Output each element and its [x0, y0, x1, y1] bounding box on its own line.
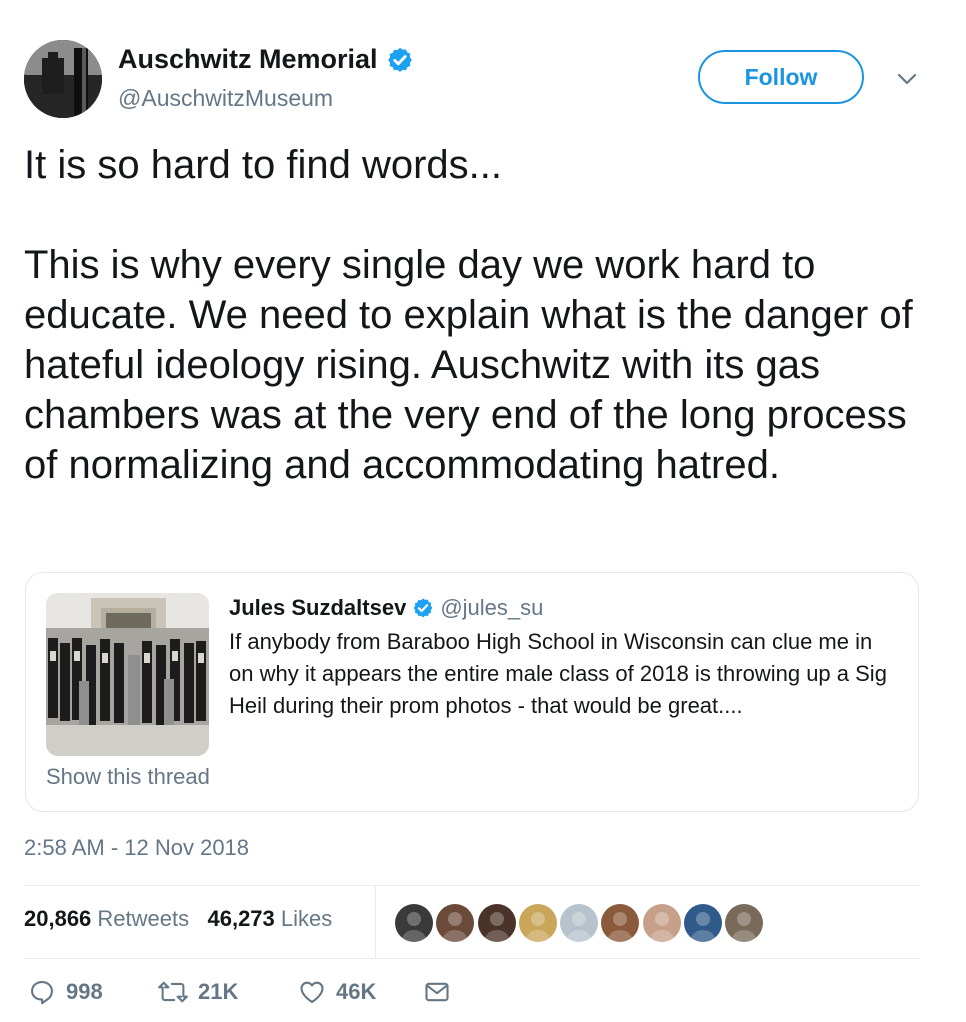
show-thread-link[interactable]: Show this thread	[46, 764, 210, 790]
person-icon	[642, 904, 681, 942]
tweet-paragraph: This is why every single day we work har…	[24, 243, 913, 487]
liker-avatar[interactable]	[435, 903, 476, 943]
person-icon	[684, 904, 723, 942]
retweet-action-count: 21K	[198, 979, 239, 1004]
author-name[interactable]: Auschwitz Memorial	[118, 44, 378, 75]
follow-button[interactable]: Follow	[698, 50, 864, 104]
liker-avatar[interactable]	[683, 903, 724, 943]
reply-count: 998	[66, 979, 103, 1004]
retweet-label: Retweets	[97, 906, 190, 931]
person-icon	[560, 904, 599, 942]
engagement-stats: 20,866 Retweets 46,273 Likes	[24, 906, 332, 932]
quoted-tweet-header: Jules Suzdaltsev @jules_su	[229, 595, 543, 621]
quoted-tweet-photo[interactable]	[46, 593, 209, 756]
tweet-text: It is so hard to find words... This is w…	[24, 140, 929, 490]
liker-avatar[interactable]	[517, 903, 558, 943]
person-icon	[436, 904, 475, 942]
verified-badge-icon	[413, 598, 433, 618]
envelope-icon	[425, 982, 449, 1002]
tweet-actions: 998 21K 46K	[28, 978, 451, 1006]
person-icon	[725, 904, 764, 942]
quoted-tweet-text: If anybody from Baraboo High School in W…	[229, 629, 887, 718]
divider	[24, 958, 920, 959]
author-name-row: Auschwitz Memorial	[118, 44, 414, 75]
liker-avatar[interactable]	[641, 903, 682, 943]
retweet-stat[interactable]: 20,866 Retweets	[24, 906, 189, 931]
author-avatar[interactable]	[24, 40, 102, 118]
chevron-down-icon[interactable]	[894, 66, 920, 92]
paragraph-spacer	[24, 190, 929, 240]
retweet-icon	[158, 981, 188, 1003]
like-stat[interactable]: 46,273 Likes	[207, 906, 332, 931]
person-icon	[518, 904, 557, 942]
avatar-photo	[24, 40, 102, 118]
tweet-timestamp[interactable]: 2:58 AM - 12 Nov 2018	[24, 835, 249, 861]
like-count: 46,273	[207, 906, 275, 931]
person-icon	[477, 904, 516, 942]
liker-avatar[interactable]	[600, 903, 641, 943]
reply-icon	[31, 981, 53, 1005]
quoted-author-name[interactable]: Jules Suzdaltsev	[229, 595, 406, 621]
heart-icon	[300, 981, 324, 1003]
quoted-tweet[interactable]: Jules Suzdaltsev @jules_su If anybody fr…	[25, 572, 919, 812]
person-icon	[601, 904, 640, 942]
liker-avatar[interactable]	[476, 903, 517, 943]
like-action-count: 46K	[336, 979, 377, 1004]
stats-divider	[375, 886, 376, 958]
divider	[24, 885, 920, 886]
author-handle[interactable]: @AuschwitzMuseum	[118, 85, 333, 112]
group-photo-image	[46, 593, 209, 756]
like-button[interactable]: 46K	[298, 978, 423, 1006]
retweet-count: 20,866	[24, 906, 92, 931]
person-icon	[395, 904, 433, 942]
retweet-button[interactable]: 21K	[158, 978, 298, 1006]
like-label: Likes	[280, 906, 333, 931]
liker-avatar[interactable]	[394, 903, 434, 943]
liker-avatar[interactable]	[559, 903, 600, 943]
direct-message-button[interactable]	[423, 978, 451, 1006]
reply-button[interactable]: 998	[28, 978, 158, 1006]
liker-avatar[interactable]	[724, 903, 765, 943]
tweet-paragraph: It is so hard to find words...	[24, 143, 502, 187]
verified-badge-icon	[387, 47, 412, 72]
liker-avatars	[394, 903, 766, 943]
quoted-author-handle[interactable]: @jules_su	[440, 595, 543, 621]
